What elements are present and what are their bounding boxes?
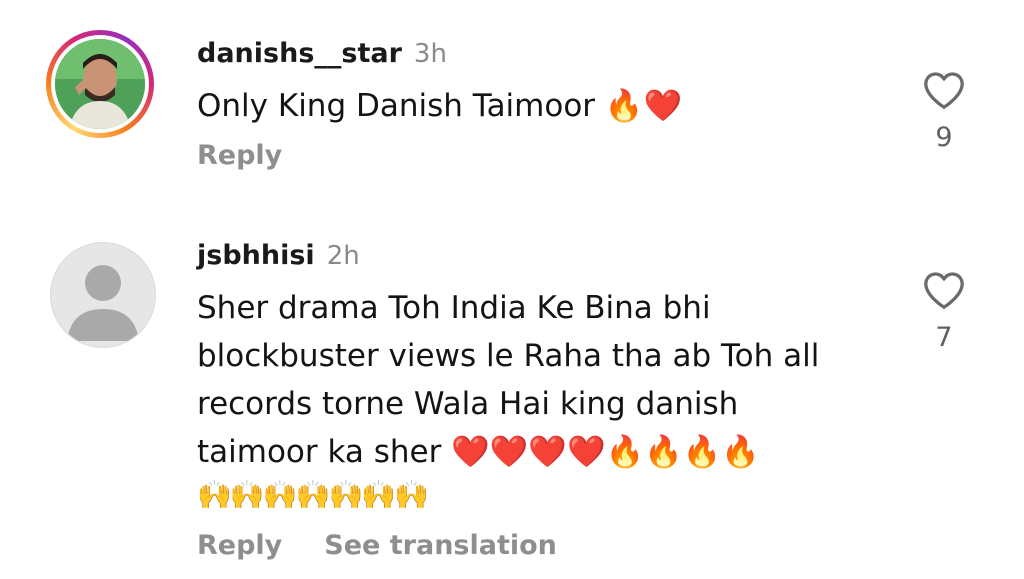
profile-photo-image bbox=[55, 39, 145, 129]
comment-actions: Reply bbox=[197, 140, 282, 171]
heart-outline-icon[interactable] bbox=[922, 270, 966, 310]
comment-text: Sher drama Toh India Ke Bina bhi blockbu… bbox=[197, 290, 820, 470]
profile-photo bbox=[55, 39, 145, 129]
story-ring bbox=[46, 30, 154, 138]
reply-button[interactable]: Reply bbox=[197, 530, 282, 561]
default-avatar-icon bbox=[50, 242, 156, 348]
like-count: 9 bbox=[935, 122, 953, 153]
timestamp: 3h bbox=[413, 39, 447, 69]
like-count: 7 bbox=[935, 322, 953, 353]
comment: jsbhhisi 2h Sher drama Toh India Ke Bina… bbox=[0, 210, 1024, 579]
username[interactable]: danishs__star bbox=[197, 38, 402, 69]
avatar[interactable] bbox=[46, 30, 154, 138]
like-control: 7 bbox=[920, 270, 968, 353]
comment-actions: Reply See translation bbox=[197, 530, 557, 561]
emoji-line: 🙌🙌🙌🙌🙌🙌🙌 bbox=[197, 478, 429, 511]
heart-outline-icon[interactable] bbox=[922, 70, 966, 110]
comment-header: jsbhhisi 2h bbox=[197, 240, 360, 271]
see-translation-button[interactable]: See translation bbox=[324, 530, 557, 561]
comment-header: danishs__star 3h bbox=[197, 38, 447, 69]
like-control: 9 bbox=[920, 70, 968, 153]
timestamp: 2h bbox=[326, 241, 360, 271]
comment: danishs__star 3h Only King Danish Taimoo… bbox=[0, 0, 1024, 210]
comment-text: Only King Danish Taimoor 🔥❤️ bbox=[197, 88, 683, 124]
reply-button[interactable]: Reply bbox=[197, 140, 282, 171]
username[interactable]: jsbhhisi bbox=[197, 240, 315, 271]
avatar[interactable] bbox=[50, 242, 158, 350]
